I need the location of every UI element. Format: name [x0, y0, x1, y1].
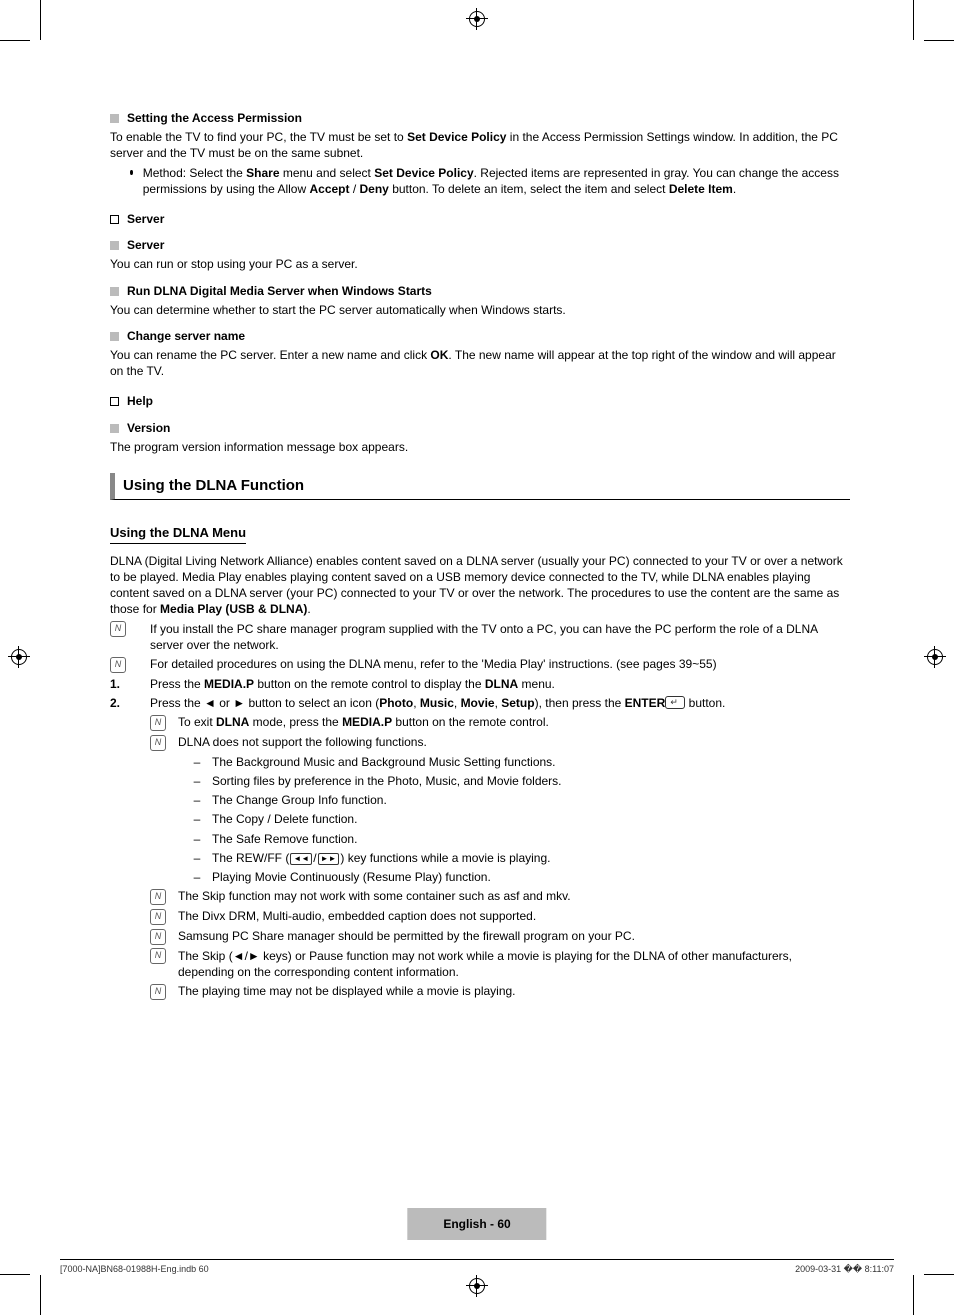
crop-mark [40, 0, 41, 40]
note-icon: N [150, 909, 166, 925]
server-section-heading: Server [110, 211, 850, 227]
crop-mark [924, 40, 954, 41]
step-number: 2. [110, 695, 124, 711]
note-see-media-play: N For detailed procedures on using the D… [110, 656, 850, 673]
dash-item: –The Change Group Info function. [190, 792, 850, 808]
note-divx: NThe Divx DRM, Multi-audio, embedded cap… [150, 908, 850, 925]
note-icon: N [110, 657, 126, 673]
note-exit-dlna: N To exit DLNA mode, press the MEDIA.P b… [150, 714, 850, 731]
server-item-text: You can run or stop using your PC as a s… [110, 256, 850, 272]
enter-icon [665, 696, 685, 709]
dlna-intro-text: DLNA (Digital Living Network Alliance) e… [110, 553, 850, 618]
note-icon: N [150, 735, 166, 751]
disc-bullet-icon [130, 170, 133, 175]
registration-mark-icon [10, 648, 28, 666]
dash-item: –The Copy / Delete function. [190, 811, 850, 827]
dash-icon: – [192, 754, 202, 770]
dash-item: –Playing Movie Continuously (Resume Play… [190, 869, 850, 885]
crop-mark [0, 1274, 30, 1275]
server-item-heading: Server [110, 237, 850, 253]
outline-square-icon [110, 397, 119, 406]
square-bullet-icon [110, 424, 119, 433]
page-content: Setting the Access Permission To enable … [110, 100, 850, 1003]
step-1: 1. Press the MEDIA.P button on the remot… [110, 676, 850, 692]
dlna-function-title: Using the DLNA Function [110, 473, 850, 500]
ff-icon: ►► [318, 853, 340, 865]
run-dlna-heading: Run DLNA Digital Media Server when Windo… [110, 283, 850, 299]
note-skip-pause: NThe Skip (◄/► keys) or Pause function m… [150, 948, 850, 980]
dash-item: –The REW/FF (◄◄/►►) key functions while … [190, 850, 850, 866]
square-bullet-icon [110, 114, 119, 123]
note-icon: N [150, 948, 166, 964]
square-bullet-icon [110, 332, 119, 341]
registration-mark-icon [926, 648, 944, 666]
dash-icon: – [192, 773, 202, 789]
dash-icon: – [192, 869, 202, 885]
access-method-text: Method: Select the Share menu and select… [110, 165, 850, 197]
run-dlna-text: You can determine whether to start the P… [110, 302, 850, 318]
access-permission-text: To enable the TV to find your PC, the TV… [110, 129, 850, 161]
dash-item: –The Safe Remove function. [190, 831, 850, 847]
footer-timestamp: 2009-03-31 �� 8:11:07 [795, 1263, 894, 1275]
note-firewall: NSamsung PC Share manager should be perm… [150, 928, 850, 945]
dash-item: –Sorting files by preference in the Phot… [190, 773, 850, 789]
crop-mark [0, 40, 30, 41]
step-2: 2. Press the ◄ or ► button to select an … [110, 695, 850, 711]
note-install-pc-share: N If you install the PC share manager pr… [110, 621, 850, 653]
change-server-name-heading: Change server name [110, 328, 850, 344]
dash-item: –The Background Music and Background Mus… [190, 754, 850, 770]
square-bullet-icon [110, 241, 119, 250]
note-icon: N [150, 929, 166, 945]
note-icon: N [110, 621, 126, 637]
crop-mark [40, 1275, 41, 1315]
note-playing-time: NThe playing time may not be displayed w… [150, 983, 850, 1000]
heading-text: Setting the Access Permission [127, 111, 302, 125]
square-bullet-icon [110, 287, 119, 296]
rew-icon: ◄◄ [290, 853, 312, 865]
access-permission-heading: Setting the Access Permission [110, 110, 850, 126]
note-icon: N [150, 715, 166, 731]
crop-mark [924, 1274, 954, 1275]
registration-mark-icon [468, 1277, 486, 1295]
dash-icon: – [192, 792, 202, 808]
note-icon: N [150, 889, 166, 905]
dlna-menu-heading: Using the DLNA Menu [110, 524, 246, 544]
crop-mark [913, 0, 914, 40]
registration-mark-icon [468, 10, 486, 28]
dash-icon: – [192, 811, 202, 827]
note-not-supported: N DLNA does not support the following fu… [150, 734, 850, 751]
note-icon: N [150, 984, 166, 1000]
version-text: The program version information message … [110, 439, 850, 455]
dash-icon: – [192, 850, 202, 866]
outline-square-icon [110, 215, 119, 224]
note-skip-container: NThe Skip function may not work with som… [150, 888, 850, 905]
dash-icon: – [192, 831, 202, 847]
footer-meta: [7000-NA]BN68-01988H-Eng.indb 60 2009-03… [60, 1259, 894, 1275]
footer-filename: [7000-NA]BN68-01988H-Eng.indb 60 [60, 1263, 209, 1275]
version-heading: Version [110, 420, 850, 436]
help-section-heading: Help [110, 393, 850, 409]
crop-mark [913, 1275, 914, 1315]
page-number-badge: English - 60 [407, 1208, 546, 1240]
change-server-name-text: You can rename the PC server. Enter a ne… [110, 347, 850, 379]
step-number: 1. [110, 676, 124, 692]
